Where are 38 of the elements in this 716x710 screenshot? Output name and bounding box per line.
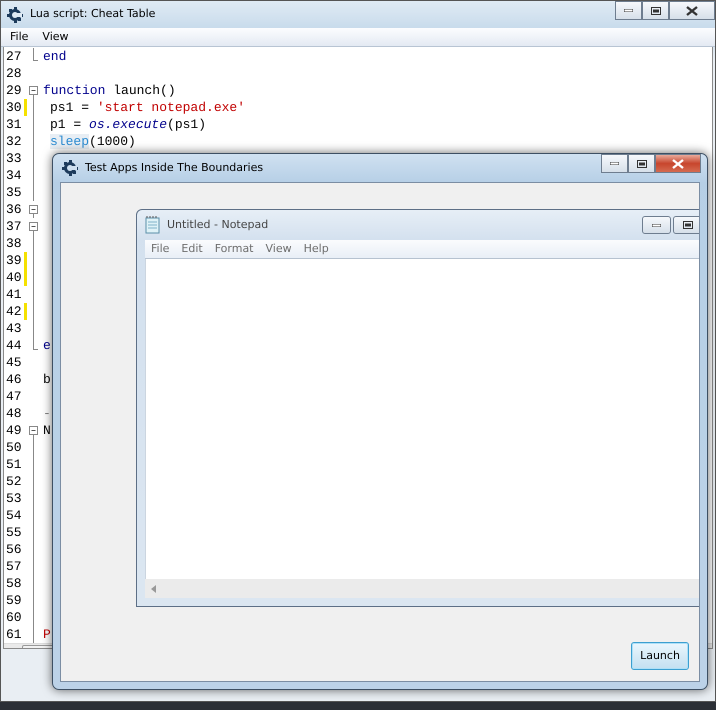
code-line: sleep(1000) bbox=[49, 133, 136, 150]
window-title: Lua script: Cheat Table bbox=[30, 6, 156, 22]
menu-item[interactable]: View bbox=[260, 240, 298, 258]
maximize-icon[interactable] bbox=[636, 160, 646, 168]
minimize-button[interactable] bbox=[615, 1, 642, 20]
menu-item[interactable]: Help bbox=[298, 240, 335, 258]
minimize-icon[interactable] bbox=[610, 162, 619, 165]
code-line: ps1 = 'start notepad.exe' bbox=[49, 99, 246, 116]
code-line: function launch() bbox=[42, 82, 176, 99]
maximize-button[interactable] bbox=[673, 216, 699, 234]
menu-item[interactable]: File bbox=[3, 28, 36, 46]
close-icon[interactable] bbox=[686, 6, 698, 16]
maximize-button[interactable] bbox=[642, 1, 669, 20]
minimize-button[interactable] bbox=[601, 154, 628, 173]
menu-item[interactable]: View bbox=[35, 28, 76, 46]
close-button[interactable] bbox=[669, 1, 715, 20]
code-line: p1 = os.execute(ps1) bbox=[49, 116, 206, 133]
code-line: e bbox=[42, 337, 51, 354]
menu-item[interactable]: Format bbox=[208, 240, 260, 258]
menu-item[interactable]: Edit bbox=[175, 240, 209, 258]
code-line: end bbox=[42, 48, 66, 65]
code-line: P bbox=[42, 626, 51, 643]
window-title: Untitled - Notepad bbox=[167, 216, 268, 233]
maximize-button[interactable] bbox=[628, 154, 655, 173]
maximize-icon[interactable] bbox=[650, 6, 660, 14]
minimize-button[interactable] bbox=[642, 216, 671, 234]
launch-button[interactable]: Launch bbox=[631, 642, 689, 670]
gear-icon bbox=[6, 6, 24, 24]
code-line: - bbox=[42, 405, 51, 422]
code-line: b bbox=[42, 371, 51, 388]
code-line: N bbox=[42, 422, 51, 439]
notepad-icon bbox=[145, 216, 161, 234]
menu-item[interactable]: File bbox=[145, 240, 176, 258]
maximize-icon[interactable] bbox=[682, 221, 692, 229]
minimize-icon[interactable] bbox=[624, 9, 633, 12]
gear-icon bbox=[61, 159, 79, 177]
minimize-icon[interactable] bbox=[652, 224, 661, 226]
window-title: Test Apps Inside The Boundaries bbox=[85, 160, 264, 176]
